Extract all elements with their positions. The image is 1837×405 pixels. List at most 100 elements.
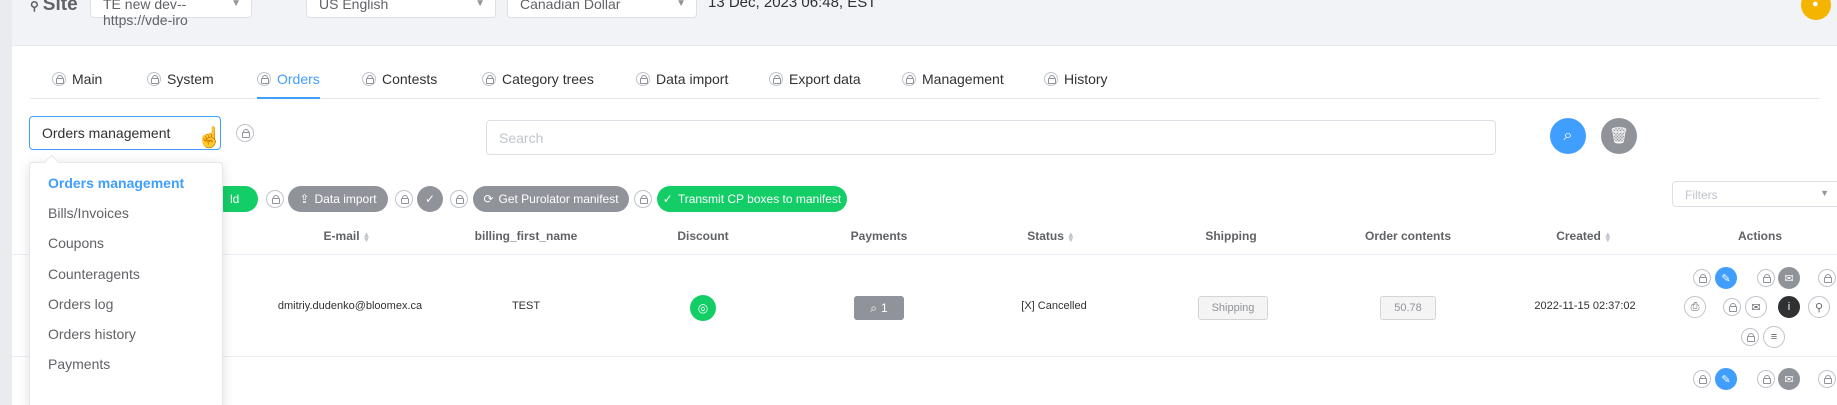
search-icon: ⌕ — [870, 300, 878, 315]
lock-icon[interactable] — [1757, 269, 1775, 287]
order-contents-button[interactable]: 50.78 — [1380, 296, 1436, 320]
print-icon[interactable]: ⎙ — [1684, 296, 1706, 318]
discount-icon: ◎ — [697, 301, 709, 315]
filters-placeholder: Filters — [1685, 188, 1718, 202]
dropdown-arrow — [43, 154, 60, 171]
currency-select[interactable]: Canadian Dollar ▼ — [507, 0, 697, 18]
dropdown-item-counteragents[interactable]: Counteragents — [48, 266, 140, 282]
site-label-text: Site — [42, 0, 78, 15]
lock-icon[interactable] — [1693, 269, 1711, 287]
data-import-button[interactable]: ⇪ Data import — [288, 186, 388, 212]
lock-icon[interactable] — [634, 190, 652, 208]
site-select[interactable]: TE new dev--https://vde-iro ▼ — [90, 0, 252, 28]
filters-select[interactable]: Filters ▼ — [1672, 181, 1837, 207]
language-select-value: US English — [319, 0, 389, 12]
tab-history[interactable]: History — [1044, 60, 1108, 98]
lock-icon[interactable] — [1818, 269, 1836, 287]
tab-export-data[interactable]: Export data — [769, 60, 861, 98]
dropdown-item-coupons[interactable]: Coupons — [48, 235, 104, 251]
dropdown-item-bills-invoices[interactable]: Bills/Invoices — [48, 205, 129, 221]
tab-contests[interactable]: Contests — [362, 60, 437, 98]
header-divider — [12, 254, 1837, 255]
get-purolator-manifest-label: Get Purolator manifest — [498, 192, 619, 206]
lock-icon — [636, 72, 650, 86]
tab-orders[interactable]: Orders — [257, 60, 320, 99]
tab-data-import[interactable]: Data import — [636, 60, 728, 98]
shipping-button[interactable]: Shipping — [1198, 296, 1268, 320]
lock-icon[interactable] — [1741, 328, 1759, 346]
sort-icon[interactable]: ▲ ▼ — [1067, 230, 1075, 243]
dropdown-item-orders-management[interactable]: Orders management — [48, 175, 184, 191]
payments-button[interactable]: ⌕ 1 — [854, 296, 904, 320]
tab-system[interactable]: System — [147, 60, 214, 98]
edit-icon[interactable]: ✎ — [1715, 368, 1737, 390]
clear-button[interactable]: 🗑 — [1601, 118, 1637, 154]
add-button-label: ld — [230, 192, 240, 206]
lock-icon[interactable] — [395, 190, 413, 208]
search-button[interactable]: ⌕ — [1550, 118, 1586, 154]
dropdown-item-orders-history[interactable]: Orders history — [48, 326, 136, 342]
lock-icon[interactable] — [266, 190, 284, 208]
search-input[interactable] — [486, 120, 1496, 155]
header-label: Order contents — [1364, 229, 1452, 243]
tab-label: Export data — [789, 71, 861, 87]
lock-icon — [257, 72, 271, 86]
tab-main[interactable]: Main — [52, 60, 102, 98]
get-purolator-manifest-button[interactable]: ⟳ Get Purolator manifest — [473, 186, 629, 212]
dropdown-item-orders-log[interactable]: Orders log — [48, 296, 113, 312]
cell-status: [X] Cancelled — [1021, 300, 1087, 312]
module-select[interactable]: Orders management — [29, 116, 221, 150]
row-divider — [12, 356, 1837, 357]
sort-icon[interactable]: ▲ ▼ — [1604, 230, 1612, 243]
lock-icon[interactable] — [1693, 370, 1711, 388]
trash-icon: 🗑 — [1608, 128, 1630, 145]
info-icon[interactable]: i — [1778, 296, 1800, 318]
lock-icon — [52, 72, 66, 86]
lock-icon — [769, 72, 783, 86]
link-icon: ⚲ — [30, 0, 39, 13]
user-icon: ● — [1812, 0, 1819, 10]
header-order-contents: Order contents — [1365, 229, 1451, 243]
lock-icon — [147, 72, 161, 86]
header-status[interactable]: Status ▲ ▼ — [1027, 229, 1075, 243]
chevron-down-icon: ▼ — [1820, 188, 1829, 198]
lock-icon[interactable] — [1723, 298, 1741, 316]
header-created[interactable]: Created ▲ ▼ — [1556, 229, 1612, 243]
tab-management[interactable]: Management — [902, 60, 1004, 98]
refresh-icon: ⟳ — [483, 192, 494, 206]
menu-icon[interactable]: ≡ — [1763, 326, 1785, 348]
mouse-cursor-icon: ☝ — [197, 127, 222, 149]
lock-icon[interactable] — [450, 190, 468, 208]
confirm-button[interactable]: ✓ — [417, 186, 443, 212]
dropdown-item-payments[interactable]: Payments — [48, 356, 110, 372]
header-label: Actions — [1737, 229, 1783, 243]
tab-category-trees[interactable]: Category trees — [482, 60, 594, 98]
tab-label: System — [167, 71, 214, 87]
module-select-value: Orders management — [42, 125, 171, 141]
edit-icon[interactable]: ✎ — [1715, 267, 1737, 289]
lock-icon — [1044, 72, 1058, 86]
header-email[interactable]: E-mail ▲ ▼ — [324, 229, 371, 243]
sort-icon[interactable]: ▲ ▼ — [363, 230, 371, 243]
module-dropdown: Orders management Bills/Invoices Coupons… — [29, 154, 223, 405]
transmit-cp-button[interactable]: ✓ Transmit CP boxes to manifest — [657, 186, 847, 212]
site-select-value: TE new dev--https://vde-iro — [103, 0, 188, 28]
header-label: Created — [1556, 229, 1601, 243]
header-label: Discount — [677, 229, 729, 243]
lock-icon[interactable] — [1757, 370, 1775, 388]
comment-icon[interactable]: ✉ — [1778, 267, 1800, 289]
chevron-down-icon: ▼ — [475, 0, 485, 9]
discount-button[interactable]: ◎ — [690, 295, 716, 321]
header-label: Payments — [850, 229, 908, 243]
current-datetime: 13 Dec, 2023 06:48, EST — [708, 0, 877, 11]
avatar[interactable]: ● — [1801, 0, 1831, 20]
lock-icon[interactable] — [1818, 370, 1836, 388]
language-select[interactable]: US English ▼ — [306, 0, 496, 18]
cell-billing-first-name: TEST — [511, 300, 541, 312]
header-payments: Payments — [851, 229, 908, 243]
lock-icon[interactable] — [236, 124, 254, 142]
mail-icon[interactable]: ✉ — [1745, 296, 1767, 318]
comment-icon[interactable]: ✉ — [1778, 368, 1800, 390]
site-label: ⚲ Site — [30, 0, 78, 16]
user-search-icon[interactable]: ⚲ — [1808, 296, 1830, 318]
